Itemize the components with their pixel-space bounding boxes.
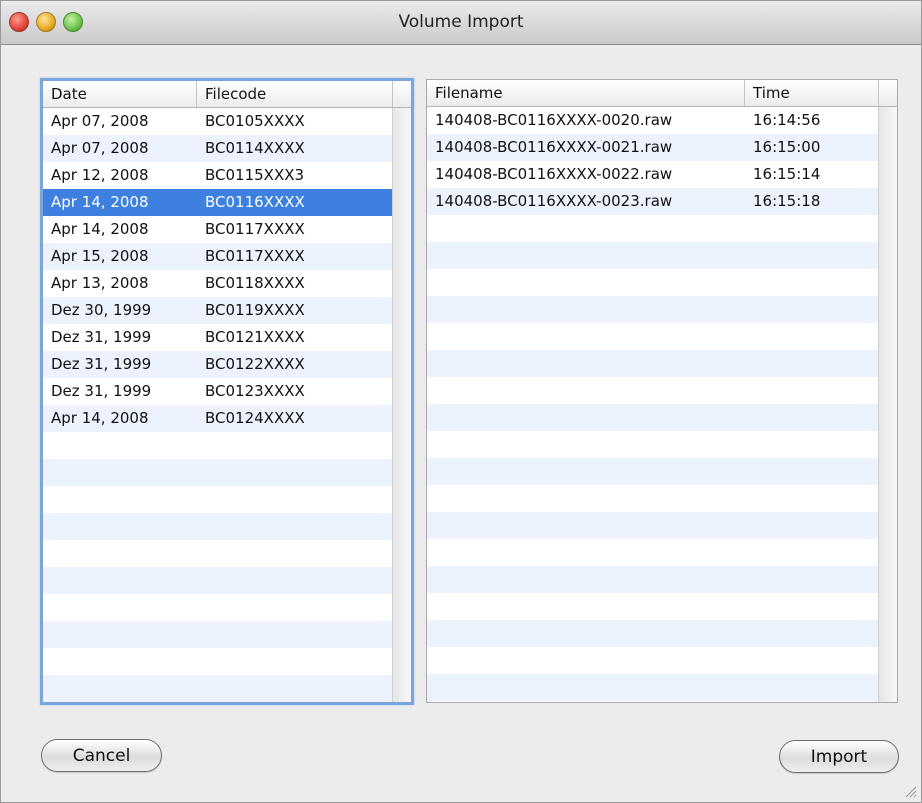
table-cell: 16:15:00: [753, 138, 821, 156]
table-cell: Apr 13, 2008: [51, 274, 149, 292]
volume-import-window: Volume Import Date Filecode Apr 07, 2008…: [0, 0, 922, 803]
empty-table-row: [427, 242, 897, 269]
empty-table-row: [43, 513, 411, 540]
empty-table-row: [427, 458, 897, 485]
table-cell: Dez 31, 1999: [51, 355, 152, 373]
table-row[interactable]: 140408-BC0116XXXX-0023.raw 16:15:18: [427, 188, 897, 215]
table-cell: Apr 14, 2008: [51, 193, 149, 211]
table-row[interactable]: Dez 30, 1999 BC0119XXXX: [43, 297, 411, 324]
window-title: Volume Import: [398, 12, 524, 32]
empty-table-row: [43, 486, 411, 513]
volume-table-rows: Apr 07, 2008 BC0105XXXX Apr 07, 2008 BC0114…: [43, 108, 411, 702]
table-cell: 16:14:56: [753, 111, 821, 129]
table-cell: BC0122XXXX: [205, 355, 305, 373]
empty-table-row: [427, 431, 897, 458]
table-row[interactable]: Dez 31, 1999 BC0123XXXX: [43, 378, 411, 405]
table-row[interactable]: 140408-BC0116XXXX-0021.raw 16:15:00: [427, 134, 897, 161]
cancel-button[interactable]: Cancel: [41, 739, 162, 772]
column-header-date[interactable]: Date: [43, 81, 197, 107]
empty-table-row: [427, 296, 897, 323]
table-cell: BC0114XXXX: [205, 139, 305, 157]
import-button[interactable]: Import: [779, 740, 899, 773]
table-row[interactable]: 140408-BC0116XXXX-0020.raw 16:14:56: [427, 107, 897, 134]
column-header-time[interactable]: Time: [745, 80, 879, 106]
table-cell: Dez 30, 1999: [51, 301, 152, 319]
volume-table-header: Date Filecode: [43, 81, 411, 108]
table-cell: Dez 31, 1999: [51, 328, 152, 346]
empty-table-row: [43, 621, 411, 648]
table-cell: 140408-BC0116XXXX-0022.raw: [435, 165, 673, 183]
table-row[interactable]: Dez 31, 1999 BC0122XXXX: [43, 351, 411, 378]
empty-table-row: [43, 567, 411, 594]
table-cell: BC0115XXX3: [205, 166, 305, 184]
table-cell: BC0119XXXX: [205, 301, 305, 319]
table-cell: Apr 15, 2008: [51, 247, 149, 265]
table-row[interactable]: Apr 07, 2008 BC0114XXXX: [43, 135, 411, 162]
empty-table-row: [427, 674, 897, 701]
volume-table-scrollbar[interactable]: [392, 108, 411, 702]
empty-table-row: [427, 485, 897, 512]
table-row[interactable]: Apr 14, 2008 BC0124XXXX: [43, 405, 411, 432]
empty-table-row: [43, 648, 411, 675]
table-row[interactable]: Apr 14, 2008 BC0117XXXX: [43, 216, 411, 243]
table-row[interactable]: Apr 15, 2008 BC0117XXXX: [43, 243, 411, 270]
table-row[interactable]: Apr 14, 2008 BC0116XXXX: [43, 189, 411, 216]
empty-table-row: [427, 620, 897, 647]
empty-table-row: [427, 404, 897, 431]
table-cell: BC0123XXXX: [205, 382, 305, 400]
table-cell: 140408-BC0116XXXX-0020.raw: [435, 111, 673, 129]
empty-table-row: [427, 512, 897, 539]
empty-table-row: [427, 350, 897, 377]
table-cell: Apr 14, 2008: [51, 409, 149, 427]
table-cell: BC0118XXXX: [205, 274, 305, 292]
empty-table-row: [427, 377, 897, 404]
table-cell: 16:15:18: [753, 192, 821, 210]
empty-table-row: [427, 593, 897, 620]
table-cell: Apr 14, 2008: [51, 220, 149, 238]
empty-table-row: [43, 432, 411, 459]
table-cell: 140408-BC0116XXXX-0023.raw: [435, 192, 673, 210]
table-cell: Dez 31, 1999: [51, 382, 152, 400]
empty-table-row: [427, 269, 897, 296]
column-header-filename[interactable]: Filename: [427, 80, 745, 106]
empty-table-row: [43, 675, 411, 702]
resize-grip-icon[interactable]: [903, 784, 917, 798]
file-table-header: Filename Time: [427, 80, 897, 107]
empty-table-row: [427, 566, 897, 593]
table-cell: BC0124XXXX: [205, 409, 305, 427]
empty-table-row: [43, 459, 411, 486]
table-row[interactable]: Apr 13, 2008 BC0118XXXX: [43, 270, 411, 297]
table-cell: BC0105XXXX: [205, 112, 305, 130]
table-row[interactable]: Apr 12, 2008 BC0115XXX3: [43, 162, 411, 189]
empty-table-row: [43, 594, 411, 621]
column-header-filecode[interactable]: Filecode: [197, 81, 393, 107]
empty-table-row: [427, 323, 897, 350]
file-table[interactable]: Filename Time 140408-BC0116XXXX-0020.raw…: [426, 79, 898, 703]
table-cell: Apr 07, 2008: [51, 139, 149, 157]
volume-table[interactable]: Date Filecode Apr 07, 2008 BC0105XXXX Apr …: [40, 78, 414, 705]
table-cell: BC0116XXXX: [205, 193, 305, 211]
empty-table-row: [43, 540, 411, 567]
table-cell: BC0117XXXX: [205, 247, 305, 265]
empty-table-row: [427, 215, 897, 242]
header-corner: [878, 80, 897, 106]
table-cell: BC0121XXXX: [205, 328, 305, 346]
table-row[interactable]: Apr 07, 2008 BC0105XXXX: [43, 108, 411, 135]
table-cell: BC0117XXXX: [205, 220, 305, 238]
table-cell: 16:15:14: [753, 165, 821, 183]
header-corner: [392, 81, 411, 107]
table-cell: Apr 07, 2008: [51, 112, 149, 130]
table-row[interactable]: 140408-BC0116XXXX-0022.raw 16:15:14: [427, 161, 897, 188]
title-bar[interactable]: Volume Import: [1, 1, 921, 45]
empty-table-row: [427, 647, 897, 674]
table-row[interactable]: Dez 31, 1999 BC0121XXXX: [43, 324, 411, 351]
file-table-scrollbar[interactable]: [878, 107, 897, 702]
table-cell: Apr 12, 2008: [51, 166, 149, 184]
table-cell: 140408-BC0116XXXX-0021.raw: [435, 138, 673, 156]
empty-table-row: [427, 539, 897, 566]
file-table-rows: 140408-BC0116XXXX-0020.raw 16:14:56 140408…: [427, 107, 897, 702]
